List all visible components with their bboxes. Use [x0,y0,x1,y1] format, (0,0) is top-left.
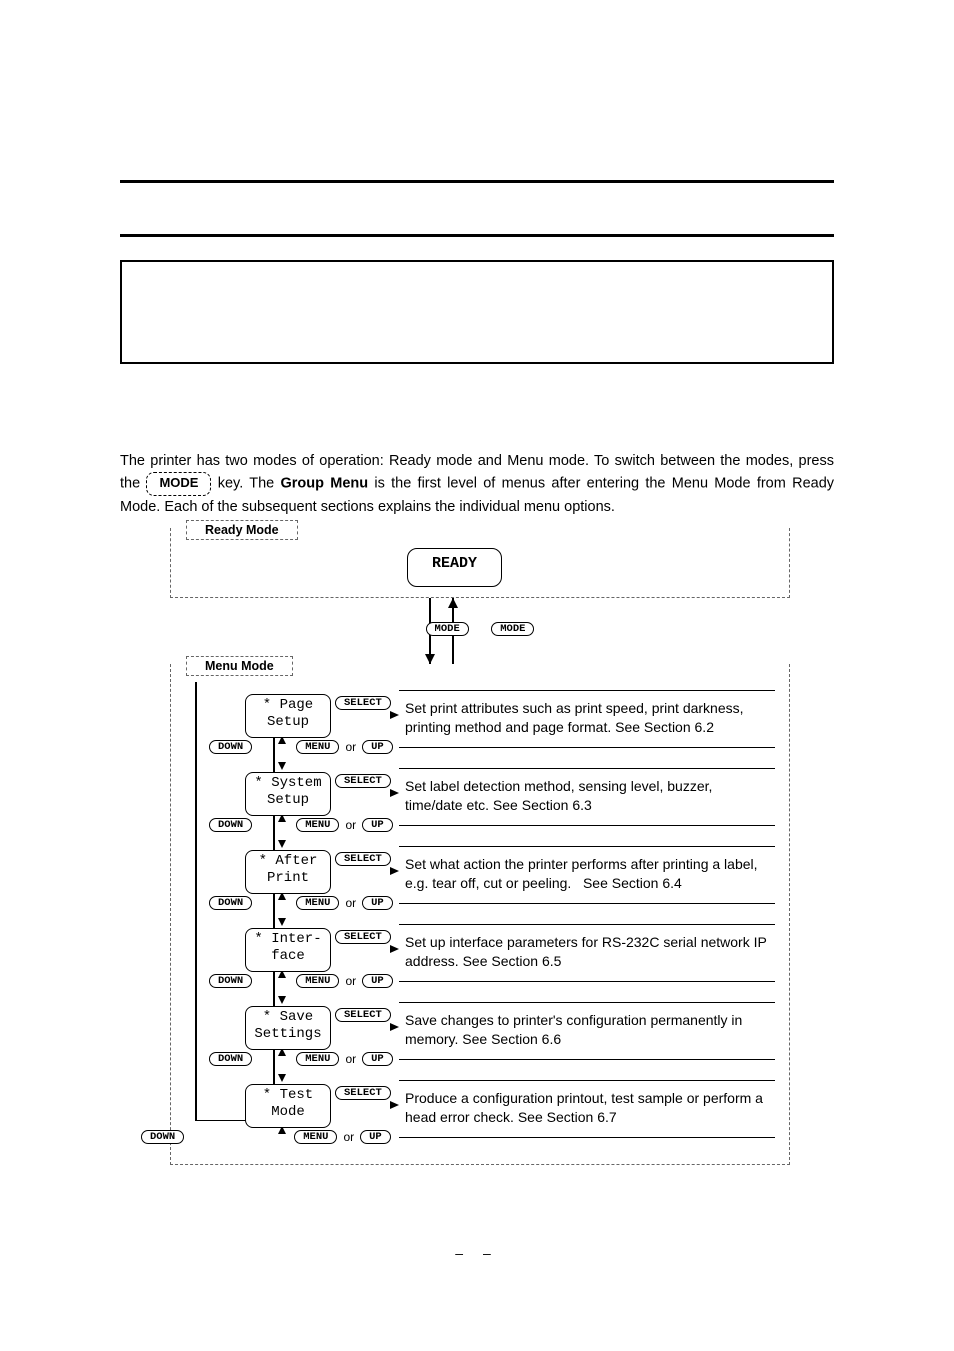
menu-row-interface: * Inter- face SELECT Set up interface pa… [179,928,781,1006]
desc-save-settings: Save changes to printer's configuration … [399,1002,775,1060]
lcd-system-setup: * System Setup [245,772,331,816]
lcd-line: * After [246,853,330,870]
ready-mode-label: Ready Mode [186,520,298,540]
menu-key: MENU [296,1052,339,1066]
top-rule-1 [120,180,834,183]
lcd-line: * Save [246,1009,330,1026]
mode-transition: MODE MODE [170,598,790,664]
desc-page-setup: Set print attributes such as print speed… [399,690,775,748]
mode-key-right: MODE [491,622,534,636]
up-key: UP [362,974,393,988]
menu-key: MENU [296,974,339,988]
nav-row: DOWN MENU or UP [209,1052,393,1066]
arrow-down-icon [278,918,286,926]
header-blank-box [120,260,834,364]
select-key: SELECT [335,852,391,866]
lcd-line: Mode [246,1104,330,1121]
arrow-right-icon [390,945,399,953]
lcd-line: Setup [246,792,330,809]
menu-key: MENU [294,1130,337,1144]
arrow-down-icon [278,996,286,1004]
desc-interface: Set up interface parameters for RS-232C … [399,924,775,982]
up-key: UP [362,1052,393,1066]
or-text: or [345,740,356,754]
mode-key-left: MODE [426,622,469,636]
lcd-save-settings: * Save Settings [245,1006,331,1050]
menu-key: MENU [296,818,339,832]
mode-key-inline: MODE [146,472,211,495]
lcd-test-mode: * Test Mode [245,1084,331,1128]
lcd-line: * System [246,775,330,792]
arrow-up-icon [448,598,458,608]
arrow-right-icon [390,789,399,797]
menu-key: MENU [296,740,339,754]
select-key: SELECT [335,1086,391,1100]
arrow-down-icon [425,654,435,664]
menu-key: MENU [296,896,339,910]
arrow-right-icon [390,1101,399,1109]
arrow-right-icon [390,867,399,875]
menu-mode-region: Menu Mode * Page Setup SELECT Set print … [170,664,790,1165]
up-key: UP [362,818,393,832]
nav-row: DOWN MENU or UP [209,974,393,988]
lcd-line: Settings [246,1026,330,1043]
select-key: SELECT [335,1008,391,1022]
lcd-line: * Page [246,697,330,714]
intro-text-2: key. The [211,476,280,492]
group-menu-strong: Group Menu [280,476,368,492]
lcd-ready: READY [407,548,502,587]
lcd-after-print: * After Print [245,850,331,894]
up-key: UP [362,896,393,910]
page-footer-dash: – – [0,1245,954,1261]
lcd-line: face [246,948,330,965]
down-key: DOWN [141,1130,184,1144]
up-key: UP [362,740,393,754]
down-key: DOWN [209,818,252,832]
or-text: or [345,974,356,988]
down-key: DOWN [209,740,252,754]
intro-paragraph: The printer has two modes of operation: … [120,450,834,518]
or-text: or [345,818,356,832]
nav-row-last: DOWN MENU or UP [141,1130,391,1144]
up-key: UP [360,1130,391,1144]
arrow-right-icon [390,711,399,719]
desc-system-setup: Set label detection method, sensing leve… [399,768,775,826]
top-rule-2 [120,234,834,237]
arrow-right-icon [390,1023,399,1031]
lcd-interface: * Inter- face [245,928,331,972]
or-text: or [345,896,356,910]
nav-row: DOWN MENU or UP [209,896,393,910]
lcd-page-setup: * Page Setup [245,694,331,738]
document-page: The printer has two modes of operation: … [0,0,954,1351]
down-key: DOWN [209,1052,252,1066]
or-text: or [345,1052,356,1066]
menu-row-page-setup: * Page Setup SELECT Set print attributes… [179,694,781,772]
select-key: SELECT [335,930,391,944]
lcd-line: * Inter- [246,931,330,948]
lcd-line: Print [246,870,330,887]
down-key: DOWN [209,896,252,910]
nav-row: DOWN MENU or UP [209,740,393,754]
desc-after-print: Set what action the printer performs aft… [399,846,775,904]
menu-row-test-mode: * Test Mode SELECT Produce a configurati… [179,1084,781,1144]
mode-keys-row: MODE MODE [170,618,790,636]
select-key: SELECT [335,696,391,710]
or-text: or [343,1130,354,1144]
select-key: SELECT [335,774,391,788]
diagram: Ready Mode READY MODE MODE Menu Mode * P… [170,528,790,1165]
menu-row-after-print: * After Print SELECT Set what action the… [179,850,781,928]
menu-row-system-setup: * System Setup SELECT Set label detectio… [179,772,781,850]
menu-mode-label: Menu Mode [186,656,293,676]
desc-test-mode: Produce a configuration printout, test s… [399,1080,775,1138]
menu-row-save-settings: * Save Settings SELECT Save changes to p… [179,1006,781,1084]
lcd-line: * Test [246,1087,330,1104]
arrow-down-icon [278,762,286,770]
arrow-down-icon [278,1074,286,1082]
ready-mode-region: Ready Mode READY [170,528,790,598]
nav-row: DOWN MENU or UP [209,818,393,832]
down-key: DOWN [209,974,252,988]
arrow-down-icon [278,840,286,848]
lcd-line: Setup [246,714,330,731]
